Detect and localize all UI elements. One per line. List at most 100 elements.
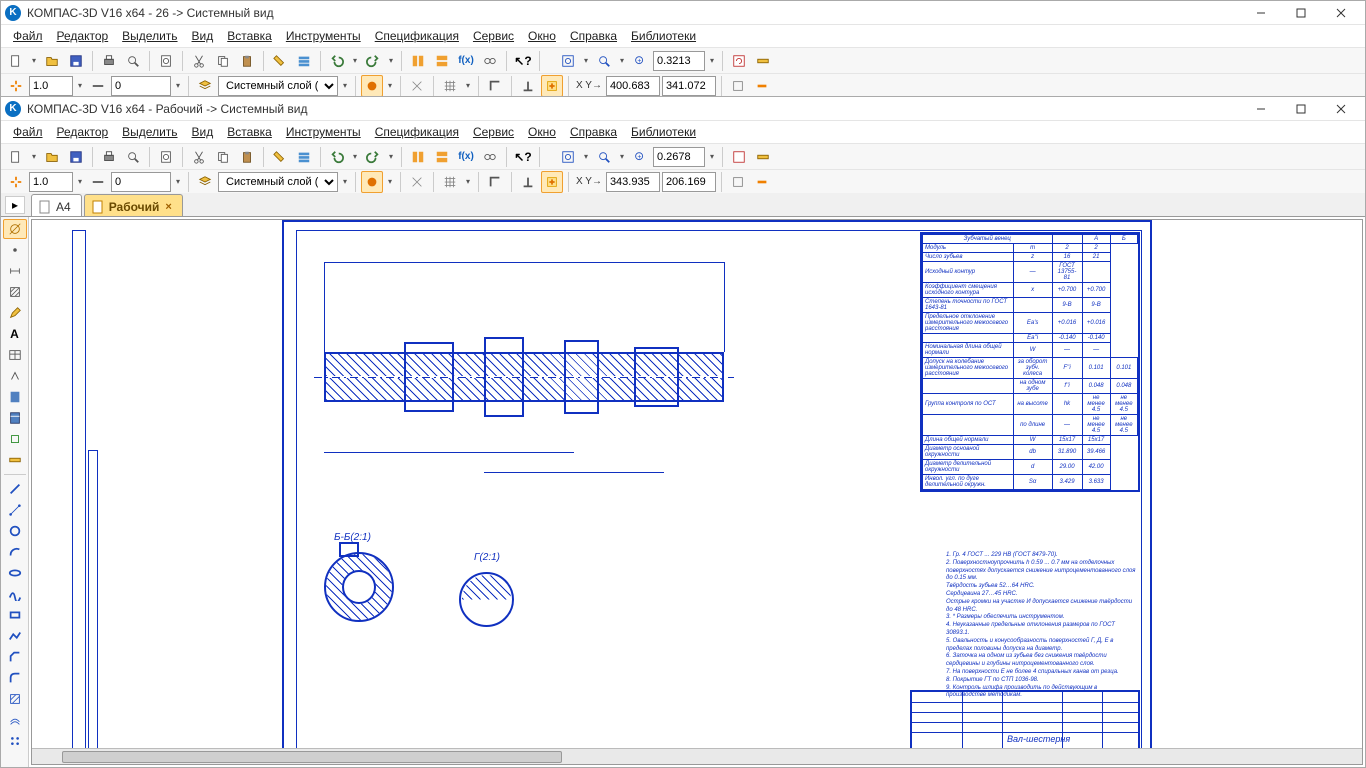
properties-button-2[interactable] [293,146,315,168]
ortho-button-2[interactable] [484,171,506,193]
properties-button[interactable] [293,50,315,72]
menu-view-2[interactable]: Вид [186,123,220,141]
cut-button[interactable] [188,50,210,72]
grid-dd-2[interactable]: ▾ [463,171,473,193]
tool-fillet[interactable] [3,668,27,688]
tool-spec[interactable] [3,387,27,407]
color-dd-1[interactable]: ▾ [385,75,395,97]
redo-dropdown[interactable]: ▾ [386,50,396,72]
cut-button-2[interactable] [188,146,210,168]
tool-rect[interactable] [3,605,27,625]
extra-button-2b[interactable] [751,171,773,193]
coord-x-input-1[interactable] [606,76,660,96]
layer-sel-dd-2[interactable]: ▾ [340,171,350,193]
zoom-value-dropdown-1[interactable]: ▾ [707,50,717,72]
zoom-fit-dd-2[interactable]: ▾ [581,146,591,168]
manager-button-2b[interactable] [431,146,453,168]
ortho-button-1[interactable] [484,75,506,97]
new-tab-button[interactable]: ▸ [5,196,25,214]
minimize-button-win2[interactable] [1241,98,1281,120]
menu-editor-1[interactable]: Редактор [51,27,115,45]
print-preview-button-2[interactable] [122,146,144,168]
zoom-dynamic-button-2[interactable]: + [629,146,651,168]
zoom-fit-dropdown[interactable]: ▾ [581,50,591,72]
print-button[interactable] [98,50,120,72]
link-button[interactable] [479,50,501,72]
format-painter-button-2[interactable] [269,146,291,168]
zoom-value-input-1[interactable] [653,51,705,71]
layer-sel-dd-1[interactable]: ▾ [340,75,350,97]
new-doc-dropdown[interactable]: ▾ [29,50,39,72]
snap-toggle-button-1[interactable] [541,75,563,97]
menu-select-1[interactable]: Выделить [116,27,183,45]
step-button-2[interactable] [5,171,27,193]
menu-service-2[interactable]: Сервис [467,123,520,141]
snap-end-button-2[interactable] [406,171,428,193]
minimize-button-win1[interactable] [1241,2,1281,24]
layers-icon-2[interactable] [194,171,216,193]
grid-button-2[interactable] [439,171,461,193]
save-button-2[interactable] [65,146,87,168]
zoom-value-dd-2[interactable]: ▾ [707,146,717,168]
manager-button-2[interactable] [431,50,453,72]
help-pointer-button[interactable]: ↖? [512,50,534,72]
variables-button-2[interactable]: f(x) [455,146,477,168]
measure-button-1[interactable] [752,50,774,72]
menu-insert-1[interactable]: Вставка [221,27,278,45]
coord-x-input-2[interactable] [606,172,660,192]
print-preview-button[interactable] [122,50,144,72]
layer-offset-input-2[interactable] [111,172,171,192]
coord-y-input-1[interactable] [662,76,716,96]
tool-array[interactable] [3,731,27,751]
menu-file-2[interactable]: Файл [7,123,49,141]
tool-roughness[interactable] [3,366,27,386]
linetype-button-2[interactable] [87,171,109,193]
tool-spline[interactable] [3,584,27,604]
tool-line[interactable] [3,479,27,499]
refresh-button-2[interactable] [728,146,750,168]
tab-working[interactable]: Рабочий × [84,194,183,216]
color-swatch-button-2[interactable] [361,171,383,193]
tool-text[interactable]: A [3,324,27,344]
menu-spec-1[interactable]: Спецификация [369,27,465,45]
menu-window-2[interactable]: Окно [522,123,562,141]
line-weight-input-2[interactable] [29,172,73,192]
zoom-fit-button-2[interactable] [557,146,579,168]
new-doc-button[interactable] [5,50,27,72]
new-doc-dd-2[interactable]: ▾ [29,146,39,168]
extra-button-2a[interactable] [727,171,749,193]
tool-measure[interactable] [3,450,27,470]
tool-polyline[interactable] [3,626,27,646]
save-button[interactable] [65,50,87,72]
link-button-2[interactable] [479,146,501,168]
menu-tools-2[interactable]: Инструменты [280,123,367,141]
color-swatch-button-1[interactable] [361,75,383,97]
zoom-fit-button[interactable] [557,50,579,72]
close-button-win1[interactable] [1321,2,1361,24]
preview-page-button-2[interactable] [155,146,177,168]
zoom-dynamic-button[interactable]: + [629,50,651,72]
format-painter-button[interactable] [269,50,291,72]
menu-editor-2[interactable]: Редактор [51,123,115,141]
open-button[interactable] [41,50,63,72]
layer-offset-input-1[interactable] [111,76,171,96]
tool-chamfer[interactable] [3,647,27,667]
snap-perp-button-2[interactable] [517,171,539,193]
tab-close-icon[interactable]: × [163,201,171,213]
line-weight-input-1[interactable] [29,76,73,96]
drawing-canvas[interactable]: Зубчатый венецАБМодульm22Число зубьевz16… [31,219,1363,765]
coord-y-input-2[interactable] [662,172,716,192]
layer-select-1[interactable]: Системный слой (0) [218,76,338,96]
redo-button-2[interactable] [362,146,384,168]
menu-file-1[interactable]: Файл [7,27,49,45]
tool-table[interactable] [3,345,27,365]
manager-button-2a[interactable] [407,146,429,168]
menu-help-2[interactable]: Справка [564,123,623,141]
preview-page-button[interactable] [155,50,177,72]
menu-libs-1[interactable]: Библиотеки [625,27,702,45]
tool-edit[interactable] [3,303,27,323]
maximize-button-win2[interactable] [1281,98,1321,120]
snap-toggle-button-2[interactable] [541,171,563,193]
menu-insert-2[interactable]: Вставка [221,123,278,141]
tab-a4[interactable]: А4 [31,194,82,216]
